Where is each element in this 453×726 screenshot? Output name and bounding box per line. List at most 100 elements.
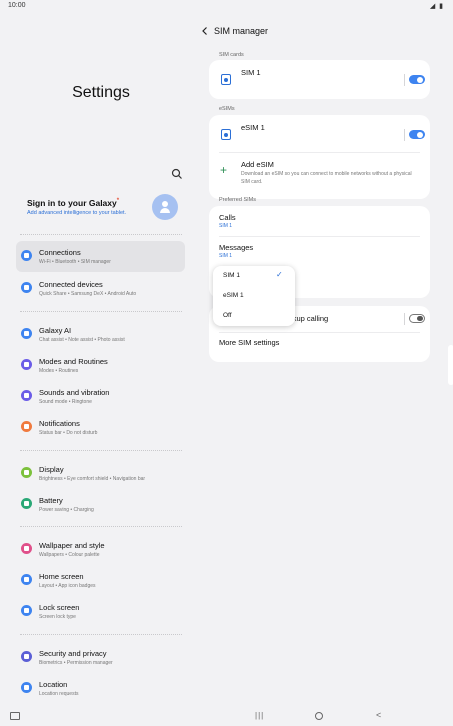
sim1-toggle[interactable]: [409, 75, 425, 84]
home-button[interactable]: [315, 712, 323, 720]
menu-item-subtitle: Wi-Fi • Bluetooth • SIM manager: [39, 259, 111, 265]
shield-icon: [21, 651, 32, 662]
sim-card-icon: [221, 74, 231, 85]
sim-manager-panel: SIM manager SIM cards SIM 1 eSIMs eSIM 1…: [196, 12, 453, 708]
back-arrow-icon[interactable]: [200, 26, 210, 36]
menu-item-title: Lock screen: [39, 603, 80, 612]
esim1-toggle[interactable]: [409, 130, 425, 139]
esims-card: eSIM 1 + Add eSIM Download an eSIM so yo…: [209, 115, 430, 199]
sound-icon: [21, 390, 32, 401]
calls-title: Calls: [219, 213, 236, 222]
location-pin-icon: [21, 682, 32, 693]
menu-item-subtitle: Layout • App icon badges: [39, 583, 96, 589]
menu-item-subtitle: Sound mode • Ringtone: [39, 399, 92, 405]
back-button[interactable]: <: [376, 710, 381, 720]
menu-item-subtitle: Power saving • Charging: [39, 507, 94, 513]
menu-item-title: Home screen: [39, 572, 84, 581]
row-divider: [219, 332, 420, 333]
menu-item-title: Connected devices: [39, 280, 103, 289]
sim1-label[interactable]: SIM 1: [241, 68, 261, 77]
dropdown-option-off[interactable]: Off: [223, 312, 232, 319]
account-subtitle: Add advanced intelligence to your tablet…: [27, 210, 127, 216]
messages-row[interactable]: Messages SIM 1: [209, 237, 430, 267]
menu-item-title: Location: [39, 680, 68, 689]
add-esim-row[interactable]: Add eSIM Download an eSIM so you can con…: [209, 153, 430, 199]
menu-item-modes-routines[interactable]: Modes and Routines Modes • Routines: [16, 350, 185, 381]
add-esim-subtitle: Download an eSIM so you can connect to m…: [241, 171, 412, 185]
separator: [404, 74, 405, 86]
menu-item-galaxy-ai[interactable]: Galaxy AI Chat assist • Note assist • Ph…: [16, 319, 185, 350]
navigation-bar: ||| <: [0, 706, 453, 726]
menu-item-display[interactable]: Display Brightness • Eye comfort shield …: [16, 458, 185, 489]
menu-item-subtitle: Quick Share • Samsung DeX • Android Auto: [39, 291, 137, 297]
divider: [20, 450, 182, 451]
menu-item-connected-devices[interactable]: Connected devices Quick Share • Samsung …: [16, 273, 185, 304]
menu-item-title: Battery: [39, 496, 63, 505]
menu-item-title: Galaxy AI: [39, 326, 72, 335]
more-sim-settings[interactable]: More SIM settings: [219, 338, 279, 347]
status-time: 10:00: [8, 2, 26, 9]
status-icons: ◢ ▮: [429, 3, 444, 10]
menu-item-title: Sounds and vibration: [39, 388, 110, 397]
menu-item-title: Notifications: [39, 419, 80, 428]
separator: [404, 313, 405, 325]
menu-item-notifications[interactable]: Notifications Status bar • Do not distur…: [16, 412, 185, 443]
menu-item-connections[interactable]: Connections Wi-Fi • Bluetooth • SIM mana…: [16, 241, 185, 272]
menu-item-subtitle: Brightness • Eye comfort shield • Naviga…: [39, 476, 146, 482]
connected-devices-icon: [21, 282, 32, 293]
divider: [20, 634, 182, 635]
calls-value: SIM 1: [219, 223, 233, 229]
menu-item-subtitle: Chat assist • Note assist • Photo assist: [39, 337, 125, 343]
dropdown-option-esim1[interactable]: eSIM 1: [223, 292, 244, 299]
page-title: Settings: [72, 84, 130, 101]
settings-panel: Settings Sign in to your Galaxy* Add adv…: [0, 12, 192, 708]
account-card[interactable]: Sign in to your Galaxy* Add advanced int…: [18, 192, 184, 228]
add-esim-title: Add eSIM: [241, 160, 274, 169]
menu-item-wallpaper[interactable]: Wallpaper and style Wallpapers • Colour …: [16, 534, 185, 565]
battery-icon: [21, 498, 32, 509]
esim1-label[interactable]: eSIM 1: [241, 123, 265, 132]
lock-icon: [21, 605, 32, 616]
menu-item-title: Modes and Routines: [39, 357, 108, 366]
recent-apps-button[interactable]: |||: [255, 711, 264, 720]
menu-item-subtitle: Biometrics • Permission manager: [39, 660, 113, 666]
notifications-icon: [21, 421, 32, 432]
menu-item-subtitle: Wallpapers • Colour palette: [39, 552, 100, 558]
account-name: Sign in to your Galaxy*: [27, 198, 120, 208]
sim-cards-card: SIM 1: [209, 60, 430, 99]
menu-item-subtitle: Location requests: [39, 691, 79, 697]
menu-item-sounds[interactable]: Sounds and vibration Sound mode • Ringto…: [16, 381, 185, 412]
avatar: [152, 194, 178, 220]
divider: [20, 526, 182, 527]
menu-item-battery[interactable]: Battery Power saving • Charging: [16, 489, 185, 520]
separator: [404, 129, 405, 141]
menu-item-title: Display: [39, 465, 64, 474]
edge-panel-handle[interactable]: [448, 345, 453, 385]
sim-manager-title: SIM manager: [214, 26, 269, 36]
backup-calling-toggle[interactable]: [409, 314, 425, 323]
wifi-icon: [21, 250, 32, 261]
calls-row[interactable]: Calls SIM 1: [209, 206, 430, 236]
menu-item-title: Security and privacy: [39, 649, 107, 658]
wallpaper-icon: [21, 543, 32, 554]
menu-item-location[interactable]: Location Location requests: [16, 673, 185, 704]
menu-item-subtitle: Screen lock type: [39, 614, 76, 620]
messages-title: Messages: [219, 243, 254, 252]
search-icon[interactable]: [171, 168, 183, 180]
display-icon: [21, 467, 32, 478]
menu-item-security[interactable]: Security and privacy Biometrics • Permis…: [16, 642, 185, 673]
dropdown-option-sim1[interactable]: SIM 1: [223, 272, 240, 279]
home-screen-icon: [21, 574, 32, 585]
section-label-esims: eSIMs: [219, 106, 235, 112]
keyboard-icon[interactable]: [10, 712, 20, 720]
sim-dropdown-menu: SIM 1 ✓ eSIM 1 Off: [213, 266, 295, 326]
menu-item-subtitle: Modes • Routines: [39, 368, 79, 374]
menu-item-home-screen[interactable]: Home screen Layout • App icon badges: [16, 565, 185, 596]
messages-value: SIM 1: [219, 253, 233, 259]
divider: [20, 311, 182, 312]
divider: [20, 234, 182, 235]
esim-icon: [221, 129, 231, 140]
menu-item-title: Wallpaper and style: [39, 541, 105, 550]
menu-item-lock-screen[interactable]: Lock screen Screen lock type: [16, 596, 185, 627]
menu-item-title: Connections: [39, 248, 81, 257]
